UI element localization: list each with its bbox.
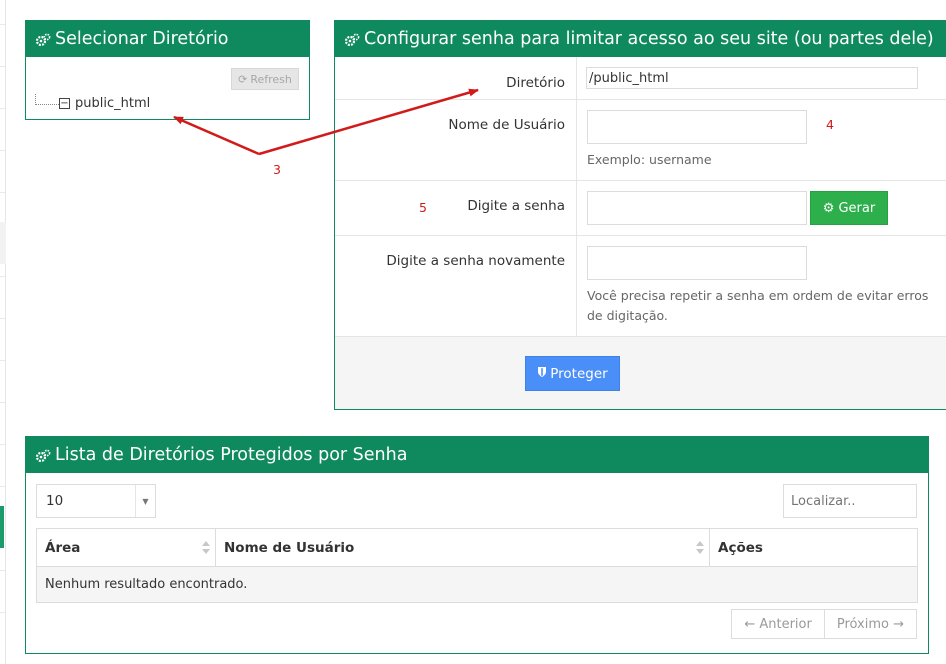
generate-password-button[interactable]: ⚙ Gerar [810,191,888,225]
column-header-label: Nome de Usuário [224,539,355,556]
username-row: Nome de Usuário Exemplo: username [335,99,946,180]
protect-label: Proteger [550,365,608,382]
username-help: Exemplo: username [587,152,712,167]
directory-label: Diretório [506,75,565,91]
column-header-actions: Ações [710,529,917,566]
sidebar-divider [0,150,6,151]
panel-title: Selecionar Diretório [55,29,229,49]
sidebar-divider [0,108,6,109]
gear-icon: ⚙ [822,200,835,216]
password-input[interactable] [587,191,807,225]
refresh-button[interactable]: ⟳ Refresh [231,68,299,90]
sidebar-divider [0,276,6,277]
panel-title: Lista de Diretórios Protegidos por Senha [55,445,408,465]
column-header-label: Área [45,539,81,556]
gears-icon [35,448,51,463]
sidebar-divider [0,24,6,25]
empty-table-message: Nenhum resultado encontrado. [37,566,917,602]
directory-value-cell: /public_html [576,57,946,99]
directory-row: Diretório /public_html [335,57,946,99]
panel-header: Selecionar Diretório [26,21,309,57]
sidebar-divider [0,66,6,67]
sidebar-divider [0,444,6,445]
password-confirm-label: Digite a senha novamente [386,253,565,269]
password-row: Digite a senha ⚙ Gerar [335,180,946,235]
annotation-label-3: 3 [273,162,281,177]
username-input[interactable] [587,110,807,144]
sidebar-item[interactable] [0,222,6,264]
protected-directories-table: Área Nome de Usuário Ações Nenhum result… [36,528,918,603]
username-label: Nome de Usuário [448,117,565,133]
sidebar-active-item[interactable] [0,506,4,548]
sort-icon [202,541,210,555]
annotation-arrow [173,115,260,156]
refresh-icon: ⟳ [238,72,248,86]
sidebar-divider [0,318,6,319]
column-header-area[interactable]: Área [37,529,216,566]
refresh-label: Refresh [250,72,292,86]
sidebar-divider [0,570,6,571]
left-sidebar-edge [0,0,6,664]
page-size-select[interactable]: 10 ▼ [36,484,156,518]
sort-icon [696,541,704,555]
generate-label: Gerar [838,200,876,216]
password-confirm-value-cell: Você precisa repetir a senha em ordem de… [576,236,946,336]
protected-directories-panel: Lista de Diretórios Protegidos por Senha… [25,436,929,654]
sidebar-divider [0,612,6,613]
password-value-cell: ⚙ Gerar [576,181,946,235]
panel-header: Configurar senha para limitar acesso ao … [335,21,946,57]
sidebar-divider [0,360,6,361]
sidebar-divider [0,402,6,403]
gears-icon [35,32,51,47]
select-directory-panel: Selecionar Diretório ⟳ Refresh − public_… [25,20,310,120]
password-confirm-input[interactable] [587,246,807,280]
tree-branch-line [35,93,59,105]
previous-page-button[interactable]: ← Anterior [732,610,824,638]
directory-tree: − public_html [35,93,150,113]
caret-down-icon: ▼ [135,485,155,517]
gears-icon [344,32,360,47]
configure-password-panel: Configurar senha para limitar acesso ao … [334,20,946,410]
column-header-username[interactable]: Nome de Usuário [216,529,710,566]
page-size-value: 10 [46,493,64,509]
pagination: ← Anterior Próximo → [731,609,917,639]
column-header-label: Ações [718,539,763,556]
directory-input[interactable]: /public_html [586,67,918,89]
form-footer: Proteger [335,336,946,409]
shield-icon [537,366,547,382]
password-label: Digite a senha [467,198,565,214]
tree-item-public-html[interactable]: public_html [75,96,150,111]
search-input[interactable] [783,484,917,518]
panel-title: Configurar senha para limitar acesso ao … [364,29,934,49]
panel-header: Lista de Diretórios Protegidos por Senha [26,437,928,473]
username-value-cell: Exemplo: username [576,100,946,180]
protect-button[interactable]: Proteger [525,356,620,391]
password-confirm-row: Digite a senha novamente Você precisa re… [335,235,946,336]
password-confirm-help: Você precisa repetir a senha em ordem de… [587,288,929,323]
sidebar-divider [0,192,6,193]
sidebar-divider [0,486,6,487]
next-page-button[interactable]: Próximo → [823,610,916,638]
collapse-icon[interactable]: − [59,97,70,109]
